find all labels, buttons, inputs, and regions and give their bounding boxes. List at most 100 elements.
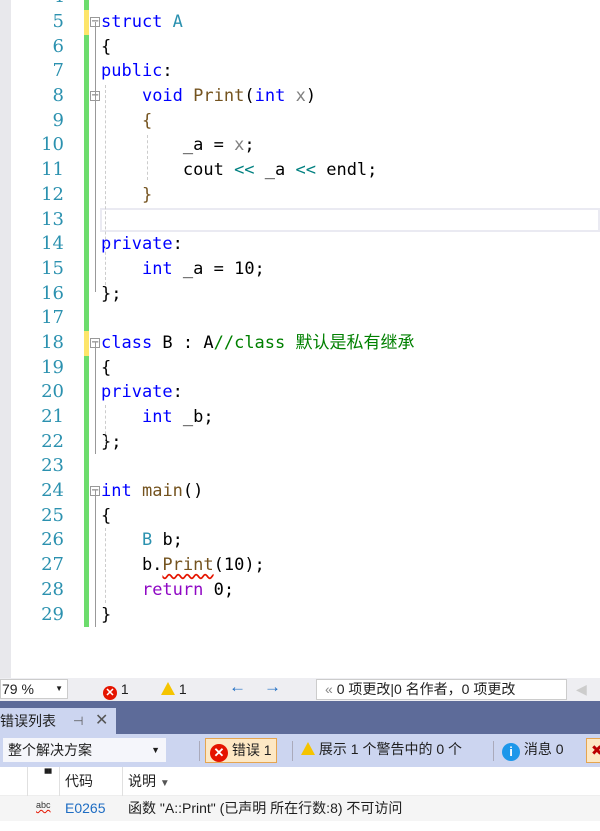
- code-token: _a =: [101, 135, 235, 156]
- warnings-filter-button[interactable]: 展示 1 个警告中的 0 个: [297, 738, 466, 763]
- code-line[interactable]: 5− struct A: [0, 10, 600, 35]
- code-token: x: [234, 135, 245, 156]
- code-line[interactable]: 6{: [0, 34, 600, 60]
- scope-value: 整个解决方案: [8, 742, 92, 758]
- outline-bar: [95, 490, 96, 627]
- zoom-select[interactable]: 79 % ▼: [0, 679, 68, 699]
- line-number: 7: [52, 60, 64, 82]
- code-line[interactable]: 9 {: [0, 108, 600, 134]
- table-row[interactable]: abc E0265 函数 "A::Print" (已声明 所在行数:8) 不可访…: [0, 796, 600, 821]
- code-text: }: [101, 603, 111, 628]
- code-token: (): [182, 481, 204, 502]
- code-token: _a = 10;: [172, 258, 265, 279]
- messages-filter-button[interactable]: i 消息 0: [498, 738, 568, 763]
- code-line[interactable]: 7 public:: [0, 59, 600, 85]
- code-line[interactable]: 22};: [0, 429, 600, 455]
- code-line[interactable]: 20 private:: [0, 380, 600, 405]
- code-line[interactable]: 18− class B : A//class 默认是私有继承: [0, 330, 600, 356]
- code-text: {: [101, 356, 111, 381]
- error-icon: ✕: [210, 744, 228, 762]
- code-token: :: [162, 61, 173, 82]
- code-text: return 0;: [101, 578, 234, 603]
- code-line[interactable]: 11 cout << _a << endl;: [0, 158, 600, 183]
- code-token: B : A: [152, 332, 214, 353]
- warning-icon: [161, 682, 175, 695]
- code-line[interactable]: 13: [0, 207, 600, 233]
- code-line[interactable]: 21 int _b;: [0, 405, 600, 430]
- code-token: }: [101, 184, 153, 205]
- separator: [292, 741, 293, 761]
- code-line[interactable]: 17: [0, 306, 600, 331]
- code-line[interactable]: 15 int _a = 10;: [0, 256, 600, 282]
- code-token: endl;: [315, 160, 378, 181]
- sort-icon: ▼: [159, 778, 170, 789]
- close-icon[interactable]: ✕: [95, 708, 108, 734]
- column-icon-header[interactable]: ▝▘: [27, 767, 59, 796]
- code-token: private: [101, 382, 173, 403]
- scope-select[interactable]: 整个解决方案 ▼: [3, 738, 166, 762]
- code-line[interactable]: 12 }: [0, 182, 600, 208]
- code-editor[interactable]: 45−struct A6{7public:8− void Print(int x…: [0, 0, 600, 678]
- navigate-forward-button[interactable]: →: [264, 678, 281, 696]
- line-number: 21: [41, 406, 64, 427]
- line-number: 19: [41, 356, 64, 378]
- code-text: {: [101, 109, 152, 134]
- line-number: 9: [52, 109, 64, 131]
- code-token: <<: [295, 160, 316, 181]
- code-line[interactable]: 28 return 0;: [0, 577, 600, 603]
- code-line[interactable]: 16};: [0, 281, 600, 307]
- line-number: 28: [41, 578, 64, 600]
- code-token: 0;: [203, 579, 235, 600]
- line-number: 22: [41, 430, 64, 452]
- change-marker: [84, 182, 89, 208]
- change-marker: [84, 429, 89, 455]
- indent-guide: [105, 528, 106, 603]
- line-number: 23: [41, 455, 64, 477]
- change-marker: [84, 281, 89, 307]
- code-line[interactable]: 19 {: [0, 355, 600, 381]
- code-text: _a = x;: [101, 133, 255, 158]
- error-code-link[interactable]: E0265: [65, 796, 105, 821]
- change-marker: [84, 577, 89, 603]
- scroll-left-icon[interactable]: ◀: [576, 680, 587, 698]
- code-text: }: [101, 183, 152, 208]
- column-code[interactable]: 代码: [59, 767, 122, 796]
- column-description[interactable]: 说明 ▼: [122, 767, 600, 796]
- code-token: :: [172, 234, 183, 255]
- clear-filter-button[interactable]: ✖: [586, 738, 600, 763]
- code-token: ;: [244, 135, 255, 156]
- warning-count-indicator[interactable]: 1: [161, 680, 187, 698]
- codelens-changes[interactable]: « 0 项更改|0 名作者，0 项更改: [316, 679, 567, 700]
- code-text: int _b;: [101, 405, 214, 430]
- tab-error-list[interactable]: 错误列表 ⊣ ✕: [0, 708, 116, 734]
- code-line[interactable]: 10 _a = x;: [0, 133, 600, 159]
- code-line[interactable]: 8− void Print(int x): [0, 84, 600, 109]
- code-line[interactable]: 26 B b;: [0, 528, 600, 554]
- code-line[interactable]: 29}: [0, 602, 600, 628]
- navigate-back-button[interactable]: ←: [229, 678, 246, 696]
- change-marker: [84, 0, 89, 10]
- code-token: return: [141, 579, 204, 600]
- code-line[interactable]: 23: [0, 454, 600, 480]
- outline-bar: [95, 342, 96, 454]
- code-token: Print: [162, 555, 214, 576]
- code-line[interactable]: 27 b.Print(10);: [0, 553, 600, 578]
- code-lines[interactable]: 45−struct A6{7public:8− void Print(int x…: [0, 0, 600, 628]
- code-token: };: [101, 283, 122, 304]
- line-number: 26: [41, 529, 64, 551]
- error-count-indicator[interactable]: ✕ 1: [103, 680, 129, 700]
- code-line[interactable]: 4: [0, 0, 600, 10]
- code-text: b.Print(10);: [101, 553, 265, 578]
- code-line[interactable]: 14 private:: [0, 232, 600, 257]
- code-token: {: [101, 110, 153, 131]
- code-token: void: [141, 86, 183, 107]
- errors-filter-button[interactable]: ✕ 错误 1: [205, 738, 277, 763]
- error-count: 1: [120, 681, 129, 697]
- code-token: A: [172, 12, 183, 32]
- code-token: (10);: [213, 555, 265, 576]
- code-line[interactable]: 24− int main(): [0, 479, 600, 504]
- code-line[interactable]: 25 {: [0, 503, 600, 529]
- pin-icon[interactable]: ⊣: [73, 708, 83, 734]
